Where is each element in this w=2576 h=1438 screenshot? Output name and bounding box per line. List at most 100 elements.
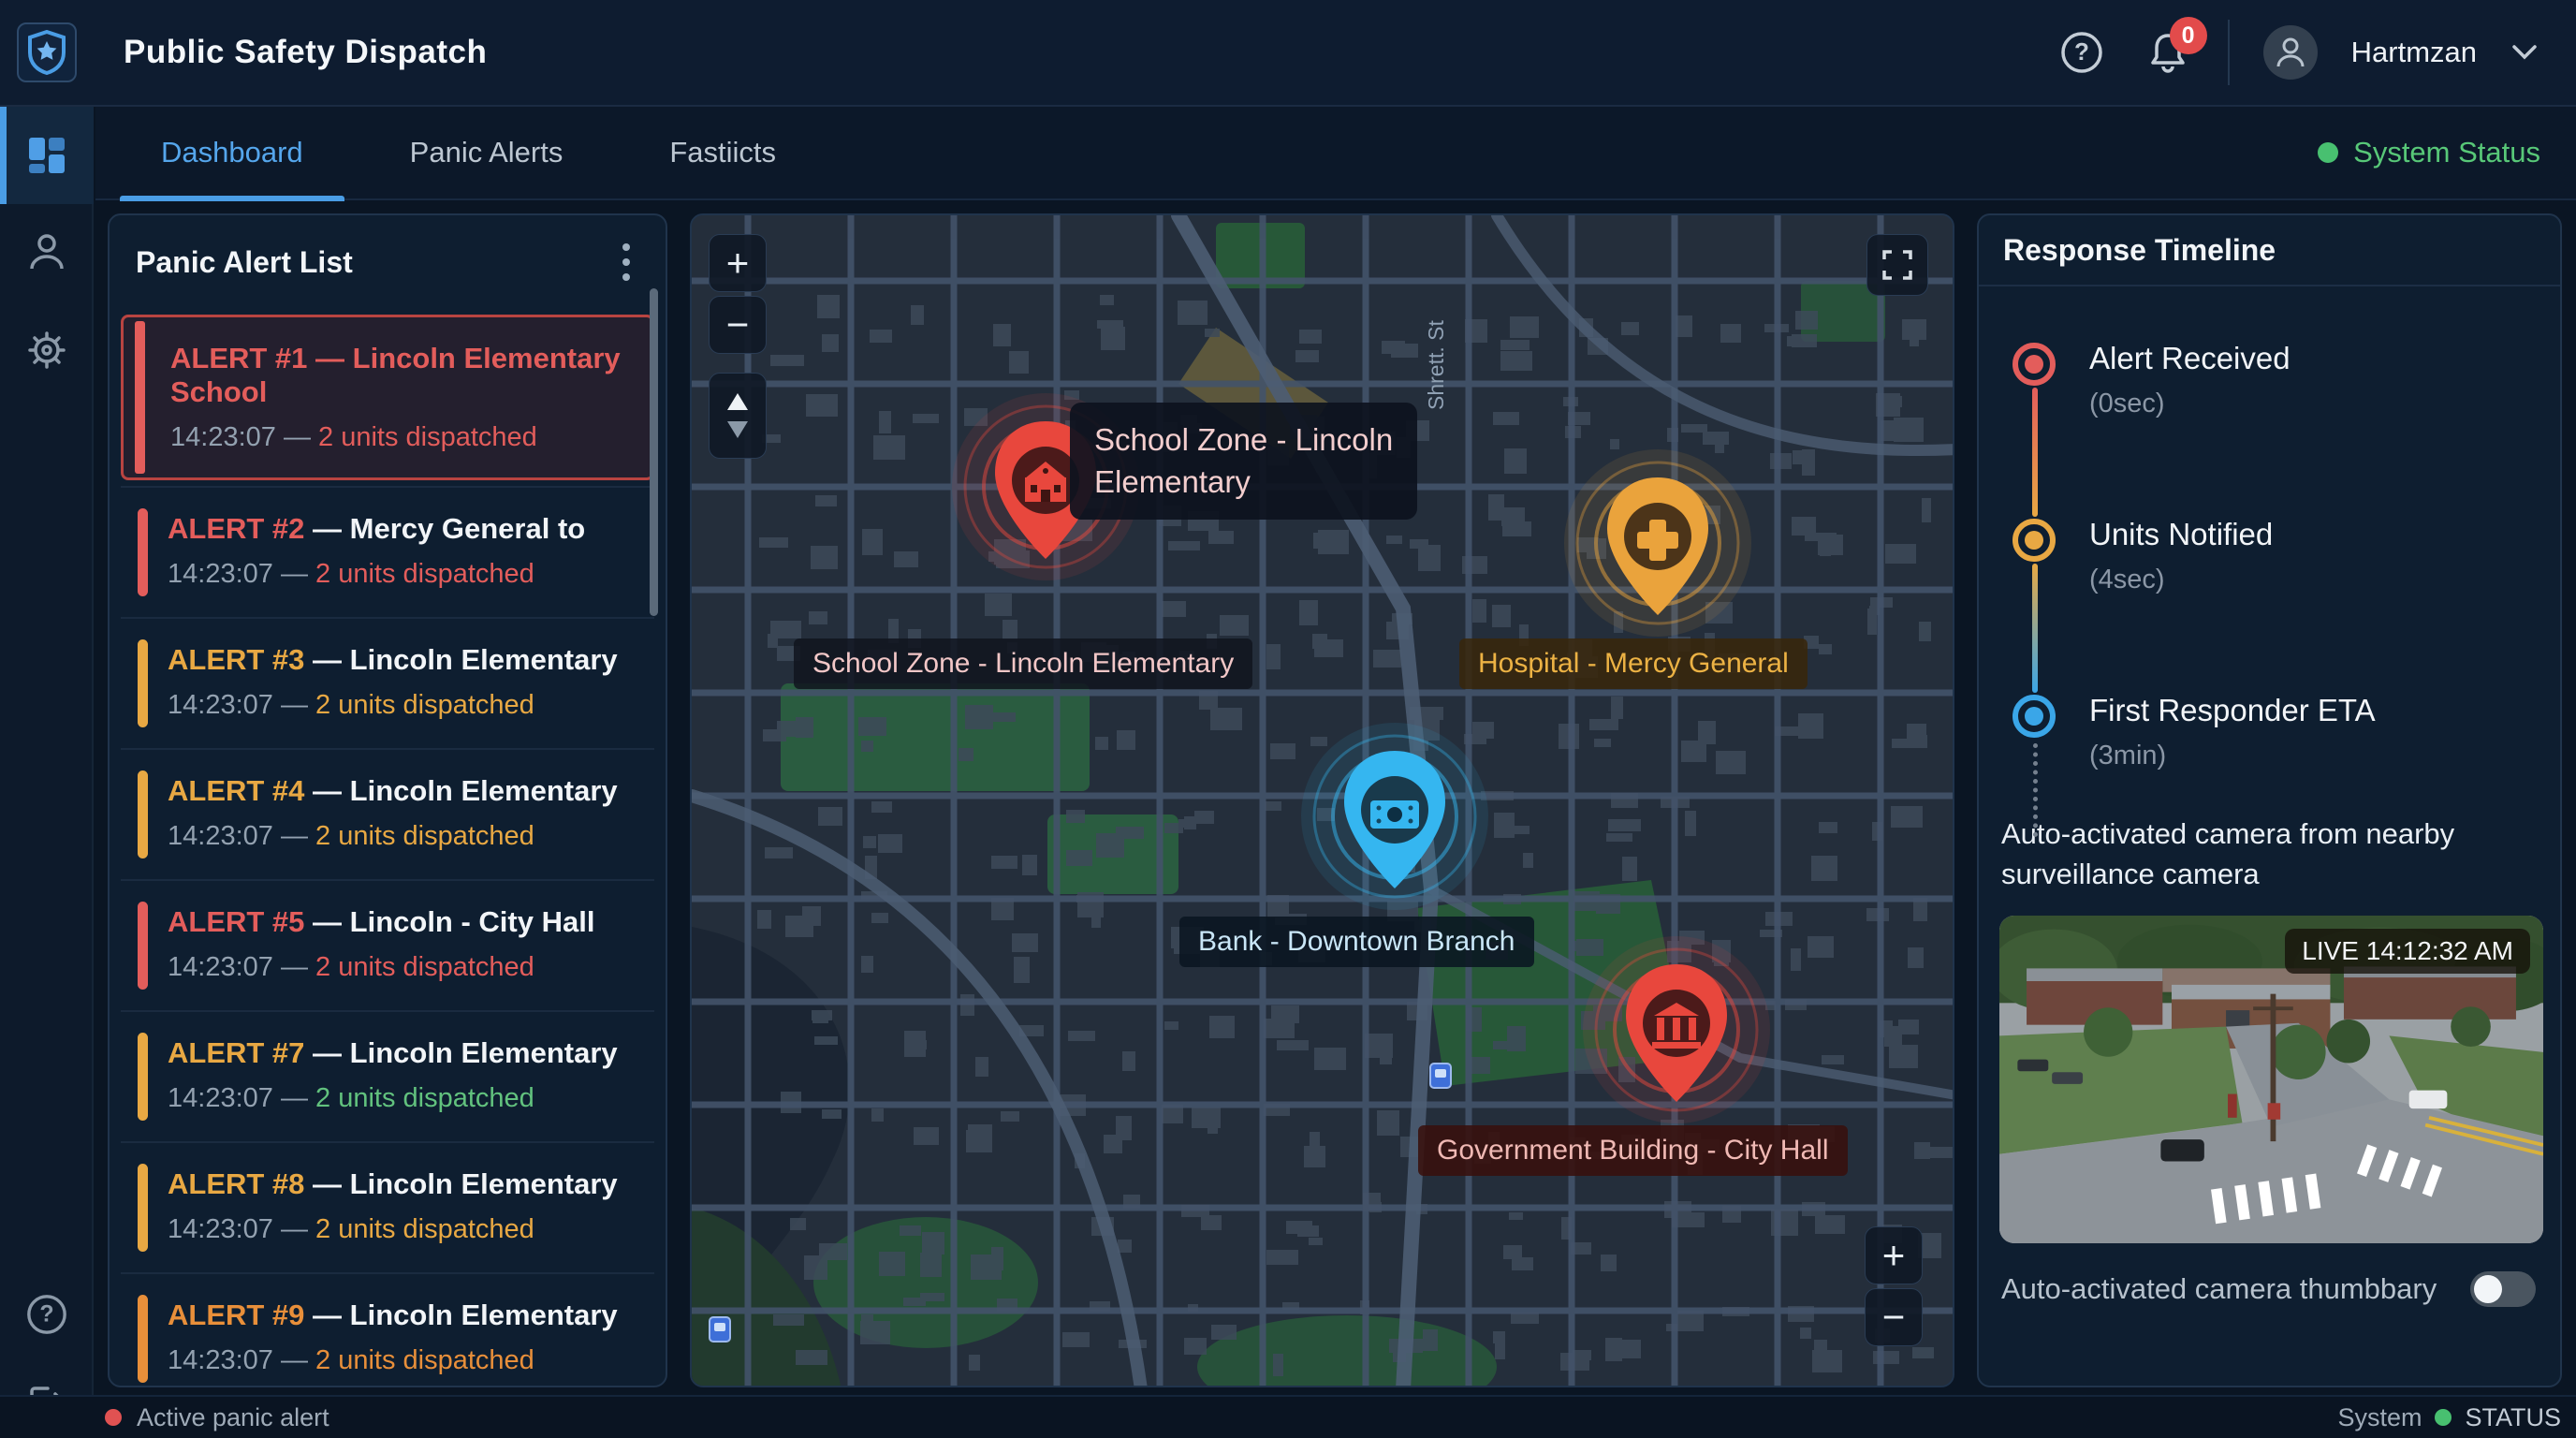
tab-fastiicts[interactable]: Fastiicts [628, 106, 817, 199]
sidebar-help-button[interactable]: ? [21, 1288, 73, 1341]
alert-title: ALERT #8 — Lincoln Elementary [168, 1167, 636, 1201]
public-safety-dispatch-app: Public Safety Dispatch ? 0 [0, 0, 2576, 1438]
alert-title: ALERT #2 — Mercy General to [168, 512, 636, 546]
timeline-event-label: Alert Received [2089, 343, 2291, 374]
header-actions: ? 0 Hartmzan [2056, 20, 2576, 85]
system-status-footer: System STATUS [2337, 1403, 2561, 1432]
alert-severity-bar [138, 902, 148, 990]
shield-star-icon [26, 30, 67, 75]
camera-toggle-label: Auto-activated camera thumbbary [2001, 1272, 2437, 1306]
alert-list-item[interactable]: ALERT #5 — Lincoln - City Hall14:23:07 —… [121, 879, 654, 1010]
help-icon: ? [2059, 30, 2104, 75]
map-zoom-out-button[interactable]: − [709, 296, 767, 354]
alert-dot [105, 1409, 122, 1426]
alert-list-item[interactable]: ALERT #2 — Mercy General to 14:23:07 — 2 … [121, 486, 654, 617]
timeline-event-label: First Responder ETA [2089, 695, 2376, 726]
notifications-button[interactable]: 0 [2142, 26, 2194, 79]
user-name[interactable]: Hartmzan [2351, 36, 2477, 69]
timeline-event-units-notified: Units Notified (4sec) [2012, 519, 2273, 595]
alert-list-item[interactable]: ALERT #3 — Lincoln Elementary 14:23:07 — … [121, 617, 654, 748]
timeline-event-time: (4sec) [2089, 565, 2273, 595]
sidebar-item-settings[interactable] [0, 301, 94, 399]
sidebar: ? [0, 107, 94, 1438]
panic-alert-list-panel: Panic Alert List ALERT #1 — Lincoln Elem… [108, 213, 667, 1387]
kebab-menu-icon[interactable] [613, 234, 639, 290]
svg-text:?: ? [2074, 37, 2089, 66]
map-label-bank: Bank - Downtown Branch [1179, 917, 1534, 967]
gear-icon [24, 328, 69, 373]
transit-stop-icon [1429, 1063, 1452, 1089]
tab-bar: Dashboard Panic Alerts Fastiicts System … [95, 107, 2576, 200]
alert-severity-bar [135, 321, 145, 474]
response-timeline: Alert Received (0sec) Units Notified (4sec)… [1979, 286, 2560, 811]
svg-text:?: ? [39, 1301, 53, 1328]
sidebar-item-dashboard[interactable] [0, 107, 94, 204]
alert-subtitle: 14:23:07 — 2 units dispatched [168, 1345, 636, 1376]
footer-system-label: System [2337, 1403, 2422, 1432]
map-sort-button[interactable] [709, 373, 767, 459]
alert-list-item[interactable]: ALERT #9 — Lincoln Elementary14:23:07 — … [121, 1272, 654, 1387]
alert-subtitle: 14:23:07 — 2 units dispatched [168, 821, 636, 852]
tooltip-line-2: Elementary [1094, 462, 1393, 504]
help-button[interactable]: ? [2056, 26, 2108, 79]
up-down-arrows-icon [722, 389, 754, 442]
alert-list-item[interactable]: ALERT #4 — Lincoln Elementary14:23:07 — … [121, 748, 654, 879]
alert-title: ALERT #5 — Lincoln - City Hall [168, 905, 636, 939]
map-tooltip-school-zone: School Zone - Lincoln Elementary [1070, 403, 1417, 520]
timeline-event-label: Units Notified [2089, 519, 2273, 550]
timeline-event-time: (0sec) [2089, 389, 2291, 419]
system-status-label: System Status [2353, 136, 2540, 169]
status-bar: Active panic alert System STATUS [0, 1395, 2576, 1438]
transit-stop-icon [709, 1316, 731, 1343]
avatar[interactable] [2263, 25, 2318, 80]
header: Public Safety Dispatch ? 0 [0, 0, 2576, 107]
camera-feed[interactable]: LIVE 14:12:32 AM [1999, 916, 2543, 1243]
panic-alert-list-title: Panic Alert List [136, 245, 353, 280]
alert-subtitle: 14:23:07 — 2 units dispatched [168, 690, 636, 721]
camera-toggle-switch[interactable] [2470, 1271, 2536, 1307]
status-dot [2318, 142, 2338, 163]
response-panel: Response Timeline Alert Received (0sec) Un… [1977, 213, 2562, 1387]
page-title: Public Safety Dispatch [124, 34, 487, 71]
alert-severity-bar [138, 1295, 148, 1383]
alert-severity-bar [138, 508, 148, 596]
map-label-hospital: Hospital - Mercy General [1459, 638, 1808, 689]
alert-severity-bar [138, 1164, 148, 1252]
alert-list-item[interactable]: ALERT #7 — Lincoln Elementary 14:23:07 — … [121, 1010, 654, 1141]
notification-badge: 0 [2170, 17, 2207, 54]
map-zoom-out-button-2[interactable]: − [1865, 1288, 1923, 1346]
map-zoom-in-button-2[interactable]: + [1865, 1226, 1923, 1284]
timeline-event-time: (3min) [2089, 741, 2376, 771]
alert-list-item[interactable]: ALERT #1 — Lincoln Elementary School14:2… [121, 315, 654, 480]
tooltip-line-1: School Zone - Lincoln [1094, 419, 1393, 462]
chevron-down-icon[interactable] [2510, 43, 2539, 62]
map-panel[interactable]: Shrett. St [690, 213, 1954, 1387]
alert-title: ALERT #3 — Lincoln Elementary [168, 643, 636, 677]
tab-dashboard[interactable]: Dashboard [120, 106, 344, 199]
timeline-marker [2012, 695, 2056, 738]
sidebar-item-users[interactable] [0, 204, 94, 301]
footer-status-dot [2435, 1409, 2452, 1426]
alert-subtitle: 14:23:07 — 2 units dispatched [168, 1083, 636, 1114]
person-icon [26, 231, 67, 274]
tab-panic-alerts[interactable]: Panic Alerts [369, 106, 605, 199]
map-label-school: School Zone - Lincoln Elementary [794, 638, 1252, 689]
live-timestamp-badge: LIVE 14:12:32 AM [2285, 929, 2530, 974]
panic-alert-list-header: Panic Alert List [110, 215, 666, 309]
active-alert-indicator: Active panic alert [105, 1403, 329, 1432]
map-zoom-in-button[interactable]: + [709, 234, 767, 292]
fullscreen-icon [1881, 248, 1914, 282]
alert-list-item[interactable]: ALERT #8 — Lincoln Elementary 14:23:07 — … [121, 1141, 654, 1272]
header-divider [2228, 20, 2230, 85]
response-timeline-title: Response Timeline [2003, 233, 2276, 268]
alert-severity-bar [138, 639, 148, 727]
map-label-government: Government Building - City Hall [1418, 1125, 1848, 1176]
alert-subtitle: 14:23:07 — 2 units dispatched [168, 559, 636, 590]
map-fullscreen-button[interactable] [1866, 234, 1928, 296]
camera-toggle-row: Auto-activated camera thumbbary [1979, 1243, 2560, 1307]
alert-subtitle: 14:23:07 — 2 units dispatched [168, 1214, 636, 1245]
alert-title: ALERT #7 — Lincoln Elementary [168, 1036, 636, 1070]
alert-severity-bar [138, 1033, 148, 1121]
list-scrollbar[interactable] [650, 288, 658, 616]
dashboard-grid-icon [25, 134, 68, 177]
